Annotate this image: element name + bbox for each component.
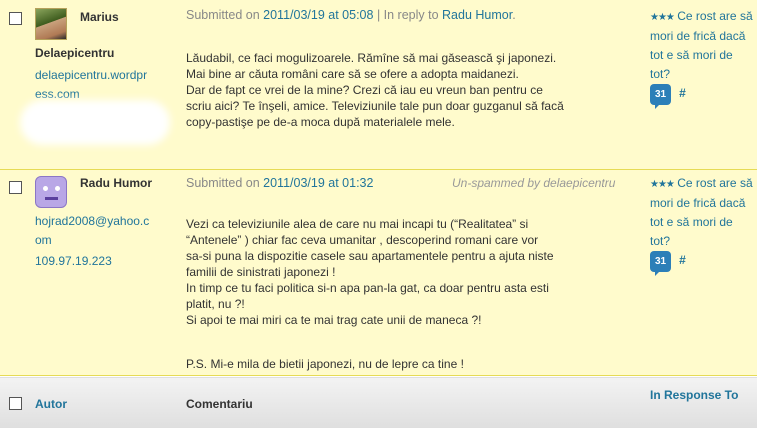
permalink-hash[interactable]: # [679,253,686,267]
author-name: Marius [80,10,119,24]
column-author-header[interactable]: Autor [35,397,67,411]
avatar [35,176,67,208]
comment-paragraph: Lăudabil, ce faci mogulizoarele. Rămîne … [186,51,564,129]
avatar [35,8,67,40]
author-email[interactable]: hojrad2008@yahoo.c om [35,212,149,250]
author-ip[interactable]: 109.97.19.223 [35,254,112,268]
select-checkbox[interactable] [9,12,22,25]
column-response-header[interactable]: In Response To [650,388,750,403]
comment-date-link[interactable]: 2011/03/19 at 05:08 [263,8,373,22]
comment-body: Vezi ca televiziunile alea de care nu ma… [186,200,636,394]
comment-paragraph: Vezi ca televiziunile alea de care nu ma… [186,217,554,327]
select-all-checkbox[interactable] [9,397,22,410]
reply-end: . [512,8,516,22]
submitted-label: Submitted on [186,176,260,190]
comment-paragraph: P.S. Mi-e mila de bietii japonezi, nu de… [186,357,464,371]
comment-date-link[interactable]: 2011/03/19 at 01:32 [263,176,373,190]
permalink-hash[interactable]: # [679,86,686,100]
column-comment-header: Comentariu [186,397,253,411]
reply-to-link[interactable]: Radu Humor [442,8,512,22]
in-response-to: ★★★ Ce rost are să mori de frică dacă to… [650,174,755,276]
comment-count-badge[interactable]: 31 [650,251,672,276]
comment-meta: Submitted on 2011/03/19 at 01:32 [186,176,373,190]
author-url-line1: delaepicentru.wordpr [35,68,148,82]
author-url-line2: ess.com [35,87,80,101]
comment-count-badge[interactable]: 31 [650,84,672,109]
submitted-label: Submitted on [186,8,260,22]
author-subtitle: Delaepicentru [35,46,115,60]
star-rating-icon: ★★★ [650,179,675,190]
star-rating-icon: ★★★ [650,12,675,23]
author-name: Radu Humor [80,176,152,190]
author-email-line2: om [35,233,52,247]
author-url[interactable]: delaepicentru.wordpr ess.com [35,66,147,104]
table-footer: Autor Comentariu In Response To [0,377,757,428]
author-email-line1: hojrad2008@yahoo.c [35,214,150,228]
comment-meta: Submitted on 2011/03/19 at 05:08 | In re… [186,8,516,22]
comment-row: Marius Delaepicentru delaepicentru.wordp… [0,0,757,170]
comment-body: Lăudabil, ce faci mogulizoarele. Rămîne … [186,34,636,152]
redacted-area [20,100,170,145]
select-checkbox[interactable] [9,181,22,194]
unspam-status: Un-spammed by delaepicentru [452,176,616,190]
reply-separator: | In reply to [376,8,439,22]
comment-row: Radu Humor hojrad2008@yahoo.c om 109.97.… [0,170,757,376]
in-response-to: ★★★ Ce rost are să mori de frică dacă to… [650,7,755,109]
